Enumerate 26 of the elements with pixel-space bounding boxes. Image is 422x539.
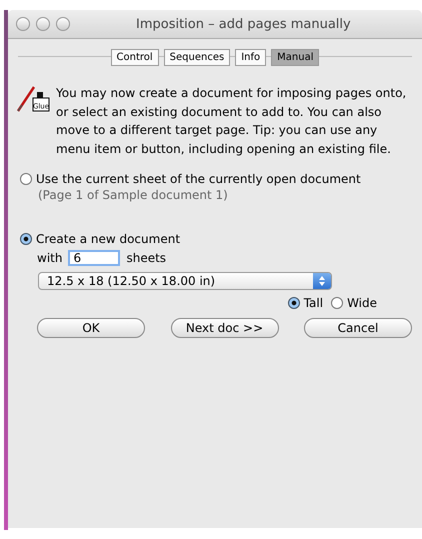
option-label[interactable]: Create a new document (36, 232, 180, 246)
radio-button[interactable] (20, 233, 32, 246)
with-label: with (37, 251, 62, 266)
tab[interactable]: Manual (271, 48, 320, 66)
instruction-text: You may now create a document for imposing pages onto, or select an existing document to add to. You can also move to a different target page. Tip: you can use any menu item or button, including opening an existing file. (56, 85, 408, 158)
tab[interactable]: Info (235, 48, 266, 66)
orientation-label[interactable]: Wide (347, 296, 377, 310)
radio-button[interactable] (288, 297, 300, 310)
radio-button[interactable] (20, 173, 32, 186)
orientation-label[interactable]: Tall (304, 296, 324, 310)
dialog-button[interactable]: Next doc >> (170, 318, 278, 338)
sheets-label: sheets (126, 251, 166, 266)
dialog-button[interactable]: OK (37, 318, 145, 338)
option-note: (Page 1 of Sample document 1) (38, 188, 229, 202)
zoom-button[interactable] (56, 17, 70, 31)
tab[interactable]: Control (110, 48, 159, 66)
sheets-field[interactable]: 6 (68, 250, 120, 266)
size-dropdown[interactable]: 12.5 x 18 (12.50 x 18.00 in) (38, 272, 332, 290)
tab[interactable]: Sequences (164, 48, 230, 66)
minimize-button[interactable] (36, 17, 50, 31)
radio-button[interactable] (331, 297, 344, 310)
up-down-arrows-icon (313, 273, 331, 290)
close-button[interactable] (16, 17, 30, 31)
option-label[interactable]: Use the current sheet of the currently open document (36, 172, 361, 186)
window-title: Imposition – add pages manually (136, 16, 351, 32)
dialog-button[interactable]: Cancel (304, 318, 412, 338)
